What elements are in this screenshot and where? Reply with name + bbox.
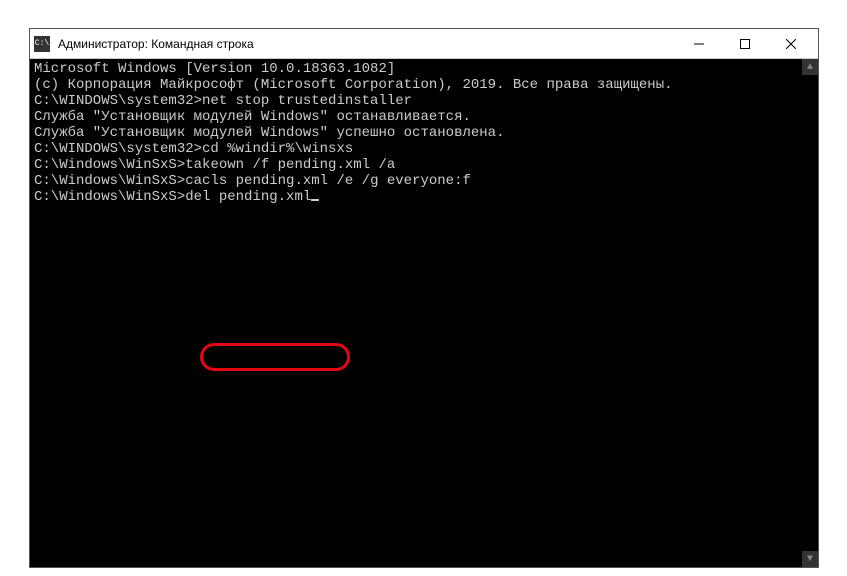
cursor [311,199,319,201]
command: cacls pending.xml /e /g everyone:f [185,173,471,189]
output-line: (c) Корпорация Майкрософт (Microsoft Cor… [34,77,798,93]
titlebar[interactable]: C:\ Администратор: Командная строка [30,29,818,59]
prompt: C:\WINDOWS\system32> [34,141,202,157]
output-line: Microsoft Windows [Version 10.0.18363.10… [34,61,798,77]
close-icon [786,39,796,49]
prompt-line: C:\WINDOWS\system32>net stop trustedinst… [34,93,798,109]
prompt: C:\Windows\WinSxS> [34,189,185,205]
terminal-area: Microsoft Windows [Version 10.0.18363.10… [30,59,818,567]
cmd-icon: C:\ [34,36,50,52]
minimize-button[interactable] [676,29,722,59]
command: del pending.xml [185,189,311,205]
prompt: C:\Windows\WinSxS> [34,173,185,189]
command: net stop trustedinstaller [202,93,412,109]
command: takeown /f pending.xml /a [185,157,395,173]
prompt-line: C:\Windows\WinSxS>del pending.xml [34,189,798,205]
prompt: C:\WINDOWS\system32> [34,93,202,109]
prompt-line: C:\WINDOWS\system32>cd %windir%\winsxs [34,141,798,157]
scroll-up-button[interactable]: ▲ [802,59,818,75]
prompt-line: C:\Windows\WinSxS>takeown /f pending.xml… [34,157,798,173]
minimize-icon [694,39,704,49]
close-button[interactable] [768,29,814,59]
command: cd %windir%\winsxs [202,141,353,157]
window-title: Администратор: Командная строка [58,37,676,51]
command-prompt-window: C:\ Администратор: Командная строка Micr… [29,28,819,568]
scrollbar[interactable]: ▲ ▼ [802,59,818,567]
scroll-down-button[interactable]: ▼ [802,551,818,567]
output-line: Служба "Установщик модулей Windows" успе… [34,125,798,141]
prompt-line: C:\Windows\WinSxS>cacls pending.xml /e /… [34,173,798,189]
maximize-icon [740,39,750,49]
window-controls [676,29,814,59]
output-line: Служба "Установщик модулей Windows" оста… [34,109,798,125]
prompt: C:\Windows\WinSxS> [34,157,185,173]
terminal-output[interactable]: Microsoft Windows [Version 10.0.18363.10… [30,59,802,567]
maximize-button[interactable] [722,29,768,59]
